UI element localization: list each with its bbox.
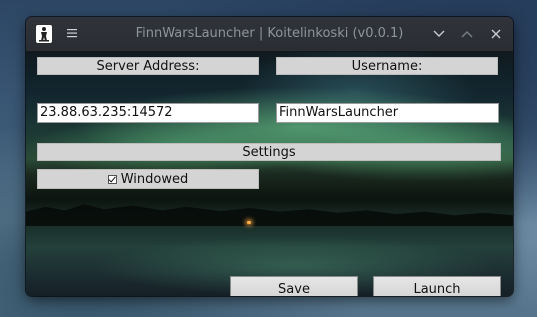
chevron-down-icon[interactable] — [430, 25, 448, 43]
settings-header: Settings — [37, 143, 501, 161]
windowed-checkbox-row[interactable]: Windowed — [37, 169, 259, 189]
server-address-input[interactable]: 23.88.63.235:14572 — [37, 103, 259, 123]
campfire-light — [247, 221, 251, 224]
username-input[interactable]: FinnWarsLauncher — [276, 103, 499, 123]
launch-button[interactable]: Launch — [373, 276, 501, 296]
server-address-label: Server Address: — [37, 57, 259, 75]
chevron-up-icon[interactable] — [458, 25, 476, 43]
windowed-label: Windowed — [120, 171, 189, 187]
content-area: Server Address: Username: 23.88.63.235:1… — [26, 52, 513, 296]
username-label: Username: — [276, 57, 498, 75]
close-icon[interactable] — [487, 25, 505, 43]
treeline-background-image — [26, 204, 513, 226]
titlebar[interactable]: FinnWarsLauncher | Koitelinkoski (v0.0.1… — [26, 17, 513, 52]
launcher-window: FinnWarsLauncher | Koitelinkoski (v0.0.1… — [26, 17, 513, 296]
save-button[interactable]: Save — [230, 276, 358, 296]
windowed-checkbox[interactable] — [107, 174, 117, 184]
